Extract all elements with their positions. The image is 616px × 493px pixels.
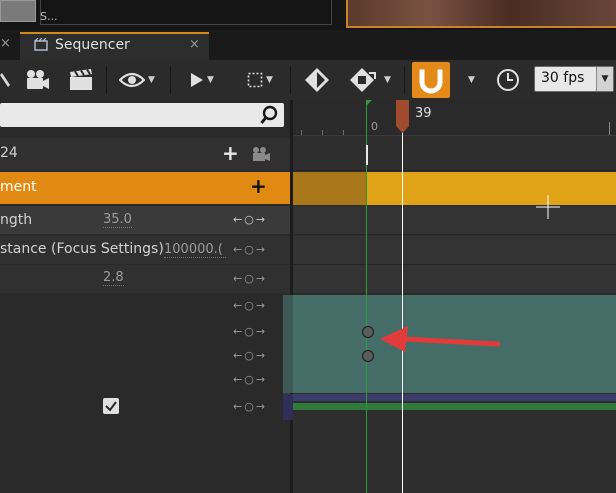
keyframe-navigation[interactable]: ←○→ bbox=[233, 325, 267, 338]
keyframe-navigation[interactable]: ←○→ bbox=[233, 400, 267, 413]
chevron-down-icon: ▼ bbox=[384, 75, 391, 85]
eye-icon bbox=[119, 72, 146, 88]
track-row-aperture[interactable]: 2.8 ←○→ bbox=[0, 265, 290, 293]
camera-icon[interactable] bbox=[250, 146, 272, 162]
playback-options-button[interactable]: ▼ bbox=[182, 64, 222, 96]
toolbar-separator bbox=[404, 66, 405, 94]
chevron-down-icon: ▼ bbox=[266, 75, 273, 85]
ruler-tick bbox=[343, 130, 344, 135]
track-label: stance (Focus Settings) bbox=[0, 241, 164, 257]
tab-close-icon[interactable]: × bbox=[189, 37, 200, 52]
clock-icon bbox=[497, 69, 519, 91]
marquee-select-icon bbox=[247, 72, 263, 88]
track-row-focus-distance[interactable]: stance (Focus Settings) 100000.( ←○→ bbox=[0, 236, 290, 264]
track-value[interactable]: 35.0 bbox=[103, 212, 132, 228]
time-ruler[interactable] bbox=[293, 100, 616, 136]
toolbar-separator bbox=[106, 66, 107, 94]
current-frame-label: 39 bbox=[415, 106, 432, 121]
content-thumbnail[interactable] bbox=[0, 0, 36, 22]
add-track-icon[interactable]: + bbox=[222, 141, 239, 165]
track-checkbox[interactable] bbox=[103, 398, 119, 414]
keyframe-navigation[interactable]: ←○→ bbox=[233, 299, 267, 312]
timeline-lane[interactable] bbox=[293, 206, 616, 235]
keyframe-icon bbox=[305, 68, 329, 92]
chevron-down-icon: ▼ bbox=[468, 75, 475, 85]
section-left-edge bbox=[283, 295, 293, 393]
transform-tool-button[interactable] bbox=[0, 64, 12, 96]
timeline-lane[interactable] bbox=[293, 265, 616, 294]
key-marker bbox=[366, 145, 368, 165]
snap-options-dropdown[interactable]: ▼ bbox=[460, 64, 480, 96]
keyframe-navigation[interactable]: ←○→ bbox=[233, 349, 267, 362]
clapperboard-icon bbox=[70, 69, 92, 90]
ruler-tick bbox=[301, 130, 302, 135]
track-value[interactable]: 2.8 bbox=[103, 270, 124, 286]
magnet-icon bbox=[419, 69, 443, 94]
sequencer-icon bbox=[34, 38, 48, 51]
chevron-down-icon: ▼ bbox=[148, 75, 155, 85]
track-row[interactable]: ←○→ bbox=[0, 394, 290, 420]
frame-rate-value: 30 fps bbox=[541, 70, 585, 86]
track-row[interactable]: ←○→ bbox=[0, 369, 290, 393]
auto-key-icon bbox=[350, 68, 377, 92]
content-thumbnail-frame bbox=[40, 0, 332, 25]
section-left-edge bbox=[283, 394, 293, 420]
playhead-handle[interactable] bbox=[395, 100, 410, 134]
prev-tab-close-icon[interactable]: × bbox=[0, 36, 11, 51]
timeline-lane-bar bbox=[293, 403, 616, 410]
keyframe-navigation[interactable]: ←○→ bbox=[233, 272, 267, 285]
camera-icon bbox=[27, 70, 49, 89]
keyframe-dot[interactable] bbox=[362, 350, 374, 362]
toolbar-separator bbox=[170, 66, 171, 94]
track-row-component[interactable]: ment + bbox=[0, 172, 290, 204]
track-label: ngth bbox=[0, 212, 33, 228]
play-icon bbox=[191, 73, 204, 87]
key-all-button[interactable] bbox=[300, 64, 334, 96]
camera-button[interactable] bbox=[22, 64, 52, 96]
track-label: ment bbox=[0, 179, 37, 195]
crosshair-cursor-icon bbox=[536, 195, 560, 219]
keyframe-dot[interactable] bbox=[362, 326, 374, 338]
keyframe-navigation[interactable]: ←○→ bbox=[233, 243, 267, 256]
timeline-lane-camera[interactable] bbox=[293, 136, 616, 171]
ruler-major-tick bbox=[609, 122, 610, 135]
playback-start-marker[interactable] bbox=[366, 100, 372, 106]
track-value[interactable]: 100000.( bbox=[164, 242, 226, 258]
track-row[interactable]: ←○→ bbox=[0, 295, 290, 319]
track-row[interactable]: ←○→ bbox=[0, 321, 290, 345]
chevron-down-icon: ▼ bbox=[596, 67, 613, 91]
snap-toggle-button[interactable] bbox=[412, 62, 450, 98]
timeline-lane-bar bbox=[293, 394, 616, 401]
selection-options-button[interactable]: ▼ bbox=[240, 64, 280, 96]
timeline-lane[interactable] bbox=[293, 236, 616, 265]
viewport-preview[interactable] bbox=[346, 0, 616, 28]
ruler-start-frame: 0 bbox=[371, 120, 378, 133]
keyframe-navigation[interactable]: ←○→ bbox=[233, 373, 267, 386]
timeline-lane-component[interactable] bbox=[293, 172, 616, 205]
time-settings-button[interactable] bbox=[494, 64, 522, 96]
wrench-icon bbox=[0, 73, 10, 87]
track-row-camera[interactable]: 24 + bbox=[0, 138, 290, 170]
playhead-line[interactable] bbox=[402, 118, 403, 493]
annotation-arrow-icon bbox=[380, 326, 501, 352]
auto-key-button[interactable]: ▼ bbox=[344, 64, 396, 96]
chevron-down-icon: ▼ bbox=[207, 75, 214, 85]
tab-sequencer-label: Sequencer bbox=[55, 37, 130, 53]
checkmark-icon bbox=[105, 401, 117, 412]
ruler-tick bbox=[322, 130, 323, 135]
track-search-input[interactable] bbox=[0, 103, 284, 127]
frame-rate-select[interactable]: 30 fps ▼ bbox=[534, 66, 614, 92]
view-options-button[interactable]: ▼ bbox=[114, 64, 160, 96]
track-row-focal-length[interactable]: ngth 35.0 ←○→ bbox=[0, 206, 290, 234]
pre-roll-region bbox=[293, 172, 366, 205]
content-thumbnail-label: S... bbox=[40, 10, 58, 23]
track-row[interactable]: ←○→ bbox=[0, 345, 290, 369]
render-movie-button[interactable] bbox=[66, 64, 96, 96]
toolbar-separator bbox=[290, 66, 291, 94]
keyframe-navigation[interactable]: ←○→ bbox=[233, 213, 267, 226]
add-track-icon[interactable]: + bbox=[250, 174, 267, 198]
track-label: 24 bbox=[0, 145, 18, 161]
search-icon bbox=[260, 105, 278, 124]
